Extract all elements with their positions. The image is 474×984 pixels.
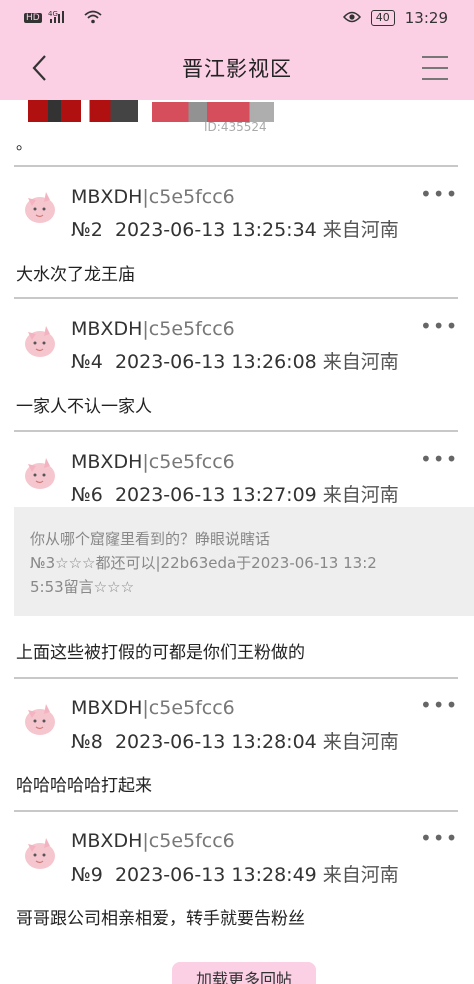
floor-number: №8 bbox=[71, 731, 103, 753]
divider bbox=[14, 810, 458, 812]
user-hash-text: c5e5fcc6 bbox=[148, 830, 235, 852]
floor-number: №4 bbox=[71, 351, 103, 373]
signal-icon: 4G bbox=[48, 10, 78, 27]
battery-icon: 40 bbox=[370, 10, 395, 26]
floor-number: №2 bbox=[71, 219, 103, 241]
user-hash-text: c5e5fcc6 bbox=[148, 318, 235, 340]
post-content: 大水次了龙王庙 bbox=[16, 265, 135, 285]
quote-text: №3☆☆☆都还可以|22b63eda于2023-06-13 13:2 bbox=[30, 554, 377, 572]
user-hash-text: c5e5fcc6 bbox=[148, 186, 235, 208]
status-time: 13:29 bbox=[404, 9, 448, 27]
post-content: 哈哈哈哈哈打起来 bbox=[16, 776, 152, 796]
nav-bar: 晋江影视区 ID:435524 bbox=[0, 36, 474, 134]
user-hash-text: c5e5fcc6 bbox=[148, 451, 235, 473]
avatar bbox=[25, 192, 55, 223]
svg-text:4G: 4G bbox=[48, 10, 58, 18]
divider bbox=[14, 677, 458, 679]
eye-icon bbox=[342, 9, 361, 27]
more-options-icon[interactable]: ••• bbox=[420, 314, 458, 338]
post-datetime: 2023-06-13 13:27:09 bbox=[114, 484, 317, 506]
avatar bbox=[25, 838, 55, 869]
divider bbox=[14, 430, 458, 432]
menu-button[interactable] bbox=[422, 56, 448, 80]
post-meta: №2 2023-06-13 13:25:34 来自河南 bbox=[71, 215, 399, 242]
quoted-reply[interactable]: 你从哪个窟窿里看到的？睁眼说瞎话 №3☆☆☆都还可以|22b63eda于2023… bbox=[14, 507, 474, 616]
user-hash: |c5e5fcc6 bbox=[142, 318, 235, 340]
post-location: 来自河南 bbox=[322, 731, 399, 753]
post-meta: №6 2023-06-13 13:27:09 来自河南 bbox=[71, 480, 399, 507]
avatar bbox=[25, 704, 55, 735]
username[interactable]: MBXDH|c5e5fcc6 bbox=[71, 451, 235, 473]
user-hash: |c5e5fcc6 bbox=[142, 186, 235, 208]
floor-number: №6 bbox=[71, 484, 103, 506]
avatar bbox=[25, 326, 55, 357]
quote-text: 你从哪个窟窿里看到的？睁眼说瞎话 bbox=[30, 530, 271, 548]
post-content: 一家人不认一家人 bbox=[16, 397, 152, 417]
post-datetime: 2023-06-13 13:28:04 bbox=[114, 731, 317, 753]
username-text: MBXDH bbox=[71, 830, 143, 852]
post-datetime: 2023-06-13 13:28:49 bbox=[114, 864, 317, 886]
banner-image-left bbox=[28, 100, 138, 122]
username[interactable]: MBXDH|c5e5fcc6 bbox=[71, 186, 235, 208]
status-right: 40 13:29 bbox=[342, 9, 448, 27]
post-datetime: 2023-06-13 13:26:08 bbox=[114, 351, 317, 373]
floor-number: №9 bbox=[71, 864, 103, 886]
menu-icon-line bbox=[422, 56, 448, 58]
username[interactable]: MBXDH|c5e5fcc6 bbox=[71, 697, 235, 719]
divider bbox=[14, 297, 458, 299]
post-location: 来自河南 bbox=[322, 219, 399, 241]
wifi-icon bbox=[84, 10, 102, 27]
hd-icon: HD bbox=[24, 13, 42, 23]
avatar bbox=[25, 458, 55, 489]
username[interactable]: MBXDH|c5e5fcc6 bbox=[71, 318, 235, 340]
quote-text: 5:53留言☆☆☆ bbox=[30, 578, 135, 596]
menu-icon-line bbox=[422, 67, 448, 69]
chevron-left-icon bbox=[32, 55, 46, 81]
post-location: 来自河南 bbox=[322, 484, 399, 506]
post-content: 哥哥跟公司相亲相爱，转手就要告粉丝 bbox=[16, 909, 305, 929]
load-more-button[interactable]: 加载更多回帖 bbox=[172, 962, 316, 984]
username-text: MBXDH bbox=[71, 697, 143, 719]
more-options-icon[interactable]: ••• bbox=[420, 447, 458, 471]
post-location: 来自河南 bbox=[322, 864, 399, 886]
menu-icon-line bbox=[422, 78, 448, 80]
post-meta: №4 2023-06-13 13:26:08 来自河南 bbox=[71, 347, 399, 374]
user-hash: |c5e5fcc6 bbox=[142, 451, 235, 473]
status-left: HD 4G bbox=[24, 10, 102, 27]
intro-text: 。 bbox=[16, 134, 33, 153]
banner-image bbox=[0, 100, 474, 124]
username-text: MBXDH bbox=[71, 451, 143, 473]
user-hash: |c5e5fcc6 bbox=[142, 830, 235, 852]
post-meta: №9 2023-06-13 13:28:49 来自河南 bbox=[71, 860, 399, 887]
post-meta: №8 2023-06-13 13:28:04 来自河南 bbox=[71, 727, 399, 754]
user-hash: |c5e5fcc6 bbox=[142, 697, 235, 719]
page-title: 晋江影视区 bbox=[182, 57, 292, 81]
more-options-icon[interactable]: ••• bbox=[420, 693, 458, 717]
username-text: MBXDH bbox=[71, 186, 143, 208]
status-bar: HD 4G 40 13:29 bbox=[0, 0, 474, 36]
user-hash-text: c5e5fcc6 bbox=[148, 697, 235, 719]
post-content: 上面这些被打假的可都是你们王粉做的 bbox=[16, 643, 305, 663]
divider bbox=[14, 165, 458, 167]
back-button[interactable] bbox=[22, 50, 58, 86]
post-datetime: 2023-06-13 13:25:34 bbox=[114, 219, 317, 241]
more-options-icon[interactable]: ••• bbox=[420, 826, 458, 850]
more-options-icon[interactable]: ••• bbox=[420, 182, 458, 206]
post-location: 来自河南 bbox=[322, 351, 399, 373]
banner-image-right bbox=[152, 102, 274, 122]
username-text: MBXDH bbox=[71, 318, 143, 340]
username[interactable]: MBXDH|c5e5fcc6 bbox=[71, 830, 235, 852]
